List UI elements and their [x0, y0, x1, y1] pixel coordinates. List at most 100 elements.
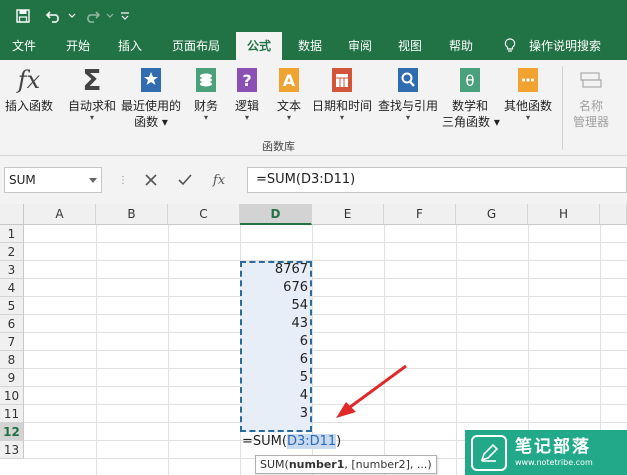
- question-book-icon: ?: [234, 66, 260, 94]
- ribbon-tabs: 文件 开始 插入 页面布局 公式 数据 审阅 视图 帮助 操作说明搜索: [0, 32, 627, 60]
- tab-formulas[interactable]: 公式: [236, 32, 282, 60]
- recent-functions-button[interactable]: 最近使用的 函数 ▾: [120, 66, 182, 130]
- row-header-4[interactable]: 4: [0, 279, 24, 297]
- svg-text:θ: θ: [465, 72, 474, 90]
- column-header-e[interactable]: E: [312, 204, 384, 225]
- cell-d3[interactable]: 8767: [241, 261, 312, 279]
- cell-d11[interactable]: 3: [241, 405, 312, 423]
- logical-button[interactable]: ? 逻辑 ▾: [230, 66, 264, 122]
- group-label-function-library: 函数库: [262, 140, 295, 153]
- cell-d6[interactable]: 43: [241, 315, 312, 333]
- row-header-1[interactable]: 1: [0, 225, 24, 243]
- name-box[interactable]: SUM: [4, 167, 102, 193]
- red-arrow-annotation: [336, 364, 407, 418]
- search-book-icon: [395, 66, 421, 94]
- text-button[interactable]: A 文本 ▾: [272, 66, 306, 122]
- more-book-icon: [515, 66, 541, 94]
- row-header-3[interactable]: 3: [0, 261, 24, 279]
- svg-text:?: ?: [242, 71, 251, 90]
- save-icon[interactable]: [10, 0, 36, 32]
- tab-page-layout[interactable]: 页面布局: [164, 32, 228, 60]
- chevron-down-icon[interactable]: [89, 178, 97, 183]
- column-header-g[interactable]: G: [456, 204, 528, 225]
- column-header-b[interactable]: B: [96, 204, 168, 225]
- formulas-ribbon: fx 插入函数 Σ 自动求和 ▾ 最近使用的 函数 ▾ 财务 ▾ ? 逻辑 ▾ …: [0, 60, 627, 156]
- name-manager-icon: [578, 66, 604, 94]
- pencil-note-icon: [471, 434, 507, 471]
- row-header-2[interactable]: 2: [0, 243, 24, 261]
- chevron-down-icon: ▾: [405, 113, 410, 122]
- column-header-a[interactable]: A: [24, 204, 96, 225]
- more-functions-button[interactable]: 其他函数 ▾: [502, 66, 554, 122]
- fx-icon: fx: [17, 66, 41, 94]
- row-header-5[interactable]: 5: [0, 297, 24, 315]
- chevron-down-icon: ▾: [525, 113, 530, 122]
- text-book-icon: A: [276, 66, 302, 94]
- undo-dropdown-icon[interactable]: [66, 0, 78, 32]
- money-book-icon: [193, 66, 219, 94]
- tell-me-search[interactable]: 操作说明搜索: [524, 32, 606, 60]
- tab-data[interactable]: 数据: [290, 32, 330, 60]
- sigma-icon: Σ: [82, 63, 102, 97]
- tab-review[interactable]: 审阅: [340, 32, 380, 60]
- cancel-x-icon[interactable]: [134, 167, 168, 193]
- tab-file[interactable]: 文件: [4, 32, 44, 60]
- calendar-book-icon: [329, 66, 355, 94]
- cell-d9[interactable]: 5: [241, 369, 312, 387]
- column-header-d[interactable]: D: [240, 204, 312, 225]
- financial-button[interactable]: 财务 ▾: [188, 66, 224, 122]
- redo-dropdown-icon[interactable]: [104, 0, 116, 32]
- title-bar: [0, 0, 627, 32]
- lightbulb-icon[interactable]: [500, 32, 520, 60]
- row-header-13[interactable]: 13: [0, 441, 24, 459]
- redo-icon[interactable]: [80, 0, 104, 32]
- cell-d4[interactable]: 676: [241, 279, 312, 297]
- row-header-12[interactable]: 12: [0, 423, 24, 441]
- star-book-icon: [138, 66, 164, 94]
- column-header-c[interactable]: C: [168, 204, 240, 225]
- theta-book-icon: θ: [457, 66, 483, 94]
- autosum-button[interactable]: Σ 自动求和 ▾: [64, 63, 120, 122]
- insert-function-fx-icon[interactable]: fx: [202, 167, 236, 193]
- column-header-f[interactable]: F: [384, 204, 456, 225]
- cell-d12-editing[interactable]: =SUM(D3:D11): [240, 433, 341, 451]
- row-header-8[interactable]: 8: [0, 351, 24, 369]
- insert-function-button[interactable]: fx 插入函数: [3, 66, 55, 114]
- column-header-i[interactable]: [600, 204, 627, 225]
- formula-bar: SUM ⋮ fx =SUM(D3:D11): [0, 156, 627, 204]
- svg-text:A: A: [283, 71, 296, 90]
- row-header-11[interactable]: 11: [0, 405, 24, 423]
- function-argument-tooltip[interactable]: SUM(number1, [number2], ...): [255, 455, 437, 474]
- chevron-down-icon: ▾: [203, 113, 208, 122]
- column-header-h[interactable]: H: [528, 204, 600, 225]
- check-icon[interactable]: [168, 167, 202, 193]
- lookup-reference-button[interactable]: 查找与引用 ▾: [376, 66, 440, 122]
- tab-view[interactable]: 视图: [390, 32, 430, 60]
- tab-insert[interactable]: 插入: [110, 32, 150, 60]
- row-header-10[interactable]: 10: [0, 387, 24, 405]
- tab-help[interactable]: 帮助: [441, 32, 481, 60]
- date-time-button[interactable]: 日期和时间 ▾: [310, 66, 374, 122]
- select-all-corner[interactable]: [0, 204, 24, 225]
- customize-quick-access-icon[interactable]: [118, 0, 132, 32]
- name-manager-button[interactable]: 名称 管理器: [568, 66, 614, 130]
- tab-home[interactable]: 开始: [58, 32, 98, 60]
- cell-d5[interactable]: 54: [241, 297, 312, 315]
- row-header-6[interactable]: 6: [0, 315, 24, 333]
- cell-d7[interactable]: 6: [241, 333, 312, 351]
- chevron-down-icon: ▾: [244, 113, 249, 122]
- formula-input[interactable]: =SUM(D3:D11): [247, 167, 627, 193]
- cell-d8[interactable]: 6: [241, 351, 312, 369]
- cell-d10[interactable]: 4: [241, 387, 312, 405]
- watermark-logo: 笔记部落 www.notetribe.com: [465, 430, 627, 475]
- chevron-down-icon: ▾: [286, 113, 291, 122]
- range-reference: D3:D11: [286, 434, 337, 449]
- math-trig-button[interactable]: θ 数学和 三角函数 ▾: [442, 66, 500, 130]
- row-header-7[interactable]: 7: [0, 333, 24, 351]
- chevron-down-icon: ▾: [339, 113, 344, 122]
- undo-icon[interactable]: [42, 0, 66, 32]
- chevron-down-icon: ▾: [89, 113, 94, 122]
- drag-handle-icon[interactable]: ⋮: [118, 175, 128, 186]
- row-header-9[interactable]: 9: [0, 369, 24, 387]
- ribbon-separator: [562, 66, 563, 150]
